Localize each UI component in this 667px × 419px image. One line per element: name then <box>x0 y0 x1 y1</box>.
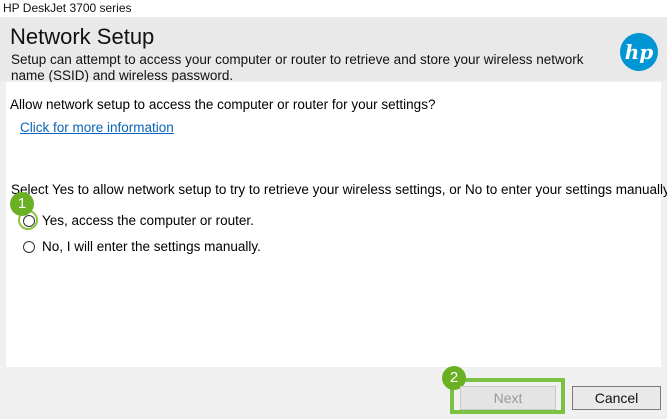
cancel-button[interactable]: Cancel <box>572 386 661 410</box>
radio-label-no: No, I will enter the settings manually. <box>42 239 261 254</box>
more-info-link[interactable]: Click for more information <box>20 120 174 136</box>
radio-option-no[interactable]: No, I will enter the settings manually. <box>23 238 261 256</box>
radio-button-no[interactable] <box>23 241 35 253</box>
next-button[interactable]: Next <box>460 386 556 410</box>
page-title: Network Setup <box>10 24 155 49</box>
radio-label-yes: Yes, access the computer or router. <box>42 213 254 228</box>
header: Network Setup Setup can attempt to acces… <box>0 17 667 83</box>
step1-badge: 1 <box>10 192 34 216</box>
instruction-text: Select Yes to allow network setup to try… <box>11 182 667 197</box>
radio-button-yes[interactable] <box>23 215 35 227</box>
hp-logo-text: hp <box>625 40 654 64</box>
radio-option-yes[interactable]: Yes, access the computer or router. <box>23 212 254 230</box>
main-panel: Allow network setup to access the comput… <box>6 82 667 367</box>
question-text: Allow network setup to access the comput… <box>10 97 436 112</box>
page-description: Setup can attempt to access your compute… <box>11 52 584 83</box>
window-title: HP DeskJet 3700 series <box>0 0 667 17</box>
hp-logo-icon: hp <box>620 33 658 71</box>
